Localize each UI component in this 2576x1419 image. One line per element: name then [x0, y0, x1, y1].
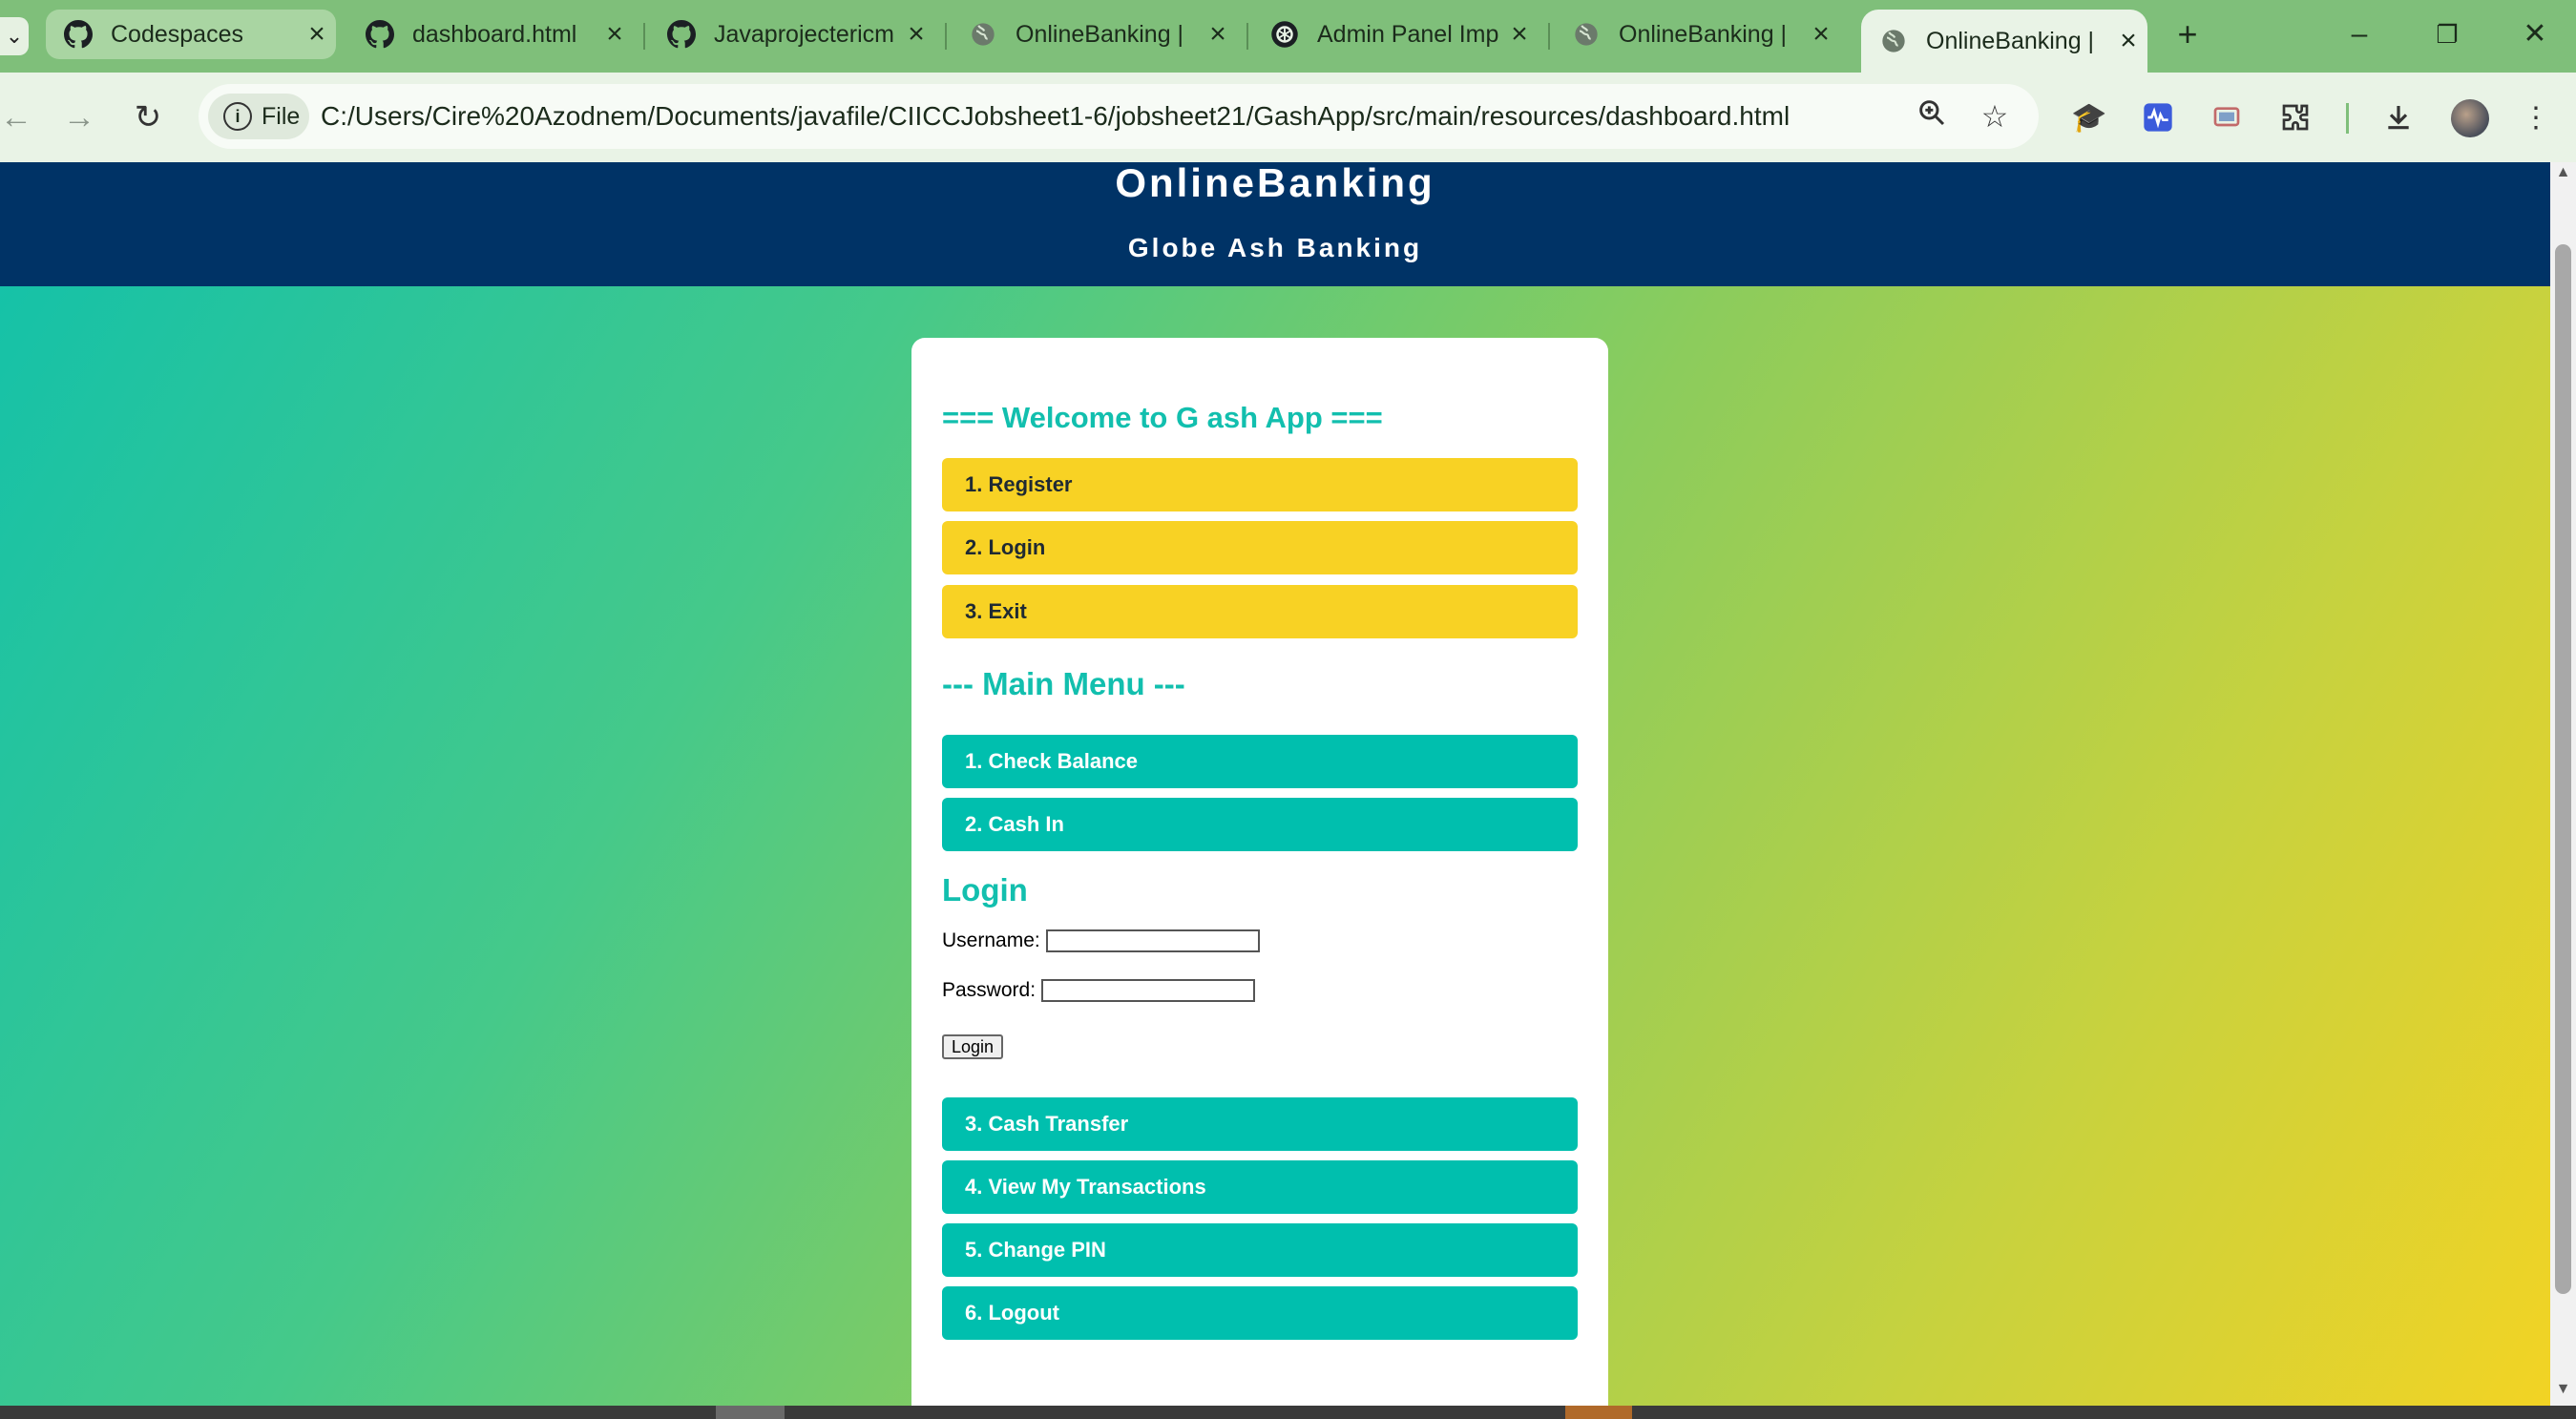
reload-icon[interactable]: ↻ [124, 94, 172, 141]
tab-separator [643, 23, 645, 50]
login-heading: Login [942, 872, 1028, 908]
username-label: Username: [942, 929, 1040, 951]
main-menu-heading: --- Main Menu --- [942, 666, 1185, 701]
github-icon [63, 19, 94, 50]
login-submit-button[interactable]: Login [942, 1034, 1003, 1059]
close-icon[interactable]: × [298, 18, 336, 51]
scrollbar-thumb[interactable] [2555, 244, 2571, 1294]
profile-avatar[interactable] [2451, 99, 2489, 137]
tab-separator [1548, 23, 1550, 50]
register-button[interactable]: 1. Register [942, 458, 1578, 511]
menu-card: === Welcome to G ash App === 1. Register… [911, 338, 1608, 1406]
globe-icon [1571, 19, 1602, 50]
close-icon[interactable]: × [1802, 18, 1840, 51]
close-icon[interactable]: × [1500, 18, 1539, 51]
username-input[interactable] [1045, 929, 1260, 952]
logout-button[interactable]: 6. Logout [942, 1286, 1578, 1340]
tab-label: OnlineBanking | [1926, 27, 2095, 54]
github-icon [666, 19, 697, 50]
openai-icon [1269, 19, 1300, 50]
password-input[interactable] [1041, 979, 1256, 1002]
site-header: OnlineBanking Globe Ash Banking [0, 162, 2550, 286]
tab-label: Javaprojectericm [714, 20, 894, 48]
password-row: Password: [942, 979, 1256, 1002]
tab-onlinebanking-2[interactable]: OnlineBanking | × [1554, 10, 1840, 59]
check-balance-button[interactable]: 1. Check Balance [942, 735, 1578, 788]
scroll-down-arrow-icon[interactable]: ▼ [2550, 1381, 2576, 1404]
info-icon: i [223, 102, 252, 131]
page-viewport: OnlineBanking Globe Ash Banking === Welc… [0, 162, 2550, 1406]
welcome-heading: === Welcome to G ash App === [942, 401, 1383, 434]
toolbar-divider [2346, 103, 2349, 134]
taskbar-item[interactable] [716, 1406, 785, 1419]
tab-strip: ⌄ Codespaces × dashboard.html × Javaproj… [0, 0, 2576, 73]
tab-separator [1246, 23, 1248, 50]
login-menu-button[interactable]: 2. Login [942, 521, 1578, 574]
menu-kebab-icon[interactable]: ⋮ [2514, 95, 2558, 139]
tab-javaproject[interactable]: Javaprojectericm × [649, 10, 935, 59]
site-info-label: File [262, 102, 301, 130]
globe-icon [1878, 26, 1909, 56]
cast-icon[interactable] [2205, 95, 2249, 139]
cash-transfer-button[interactable]: 3. Cash Transfer [942, 1097, 1578, 1151]
cash-in-button[interactable]: 2. Cash In [942, 798, 1578, 851]
exit-button[interactable]: 3. Exit [942, 585, 1578, 638]
site-info-chip[interactable]: i File [208, 94, 309, 139]
vertical-scrollbar[interactable]: ▲ ▼ [2550, 162, 2576, 1406]
view-transactions-button[interactable]: 4. View My Transactions [942, 1160, 1578, 1214]
tab-label: Admin Panel Imp [1317, 20, 1499, 48]
minimize-button[interactable]: – [2331, 13, 2388, 55]
tab-dashboard-html[interactable]: dashboard.html × [347, 10, 634, 59]
close-icon[interactable]: × [2109, 25, 2147, 57]
tab-label: OnlineBanking | [1619, 20, 1788, 48]
url-text[interactable]: C:/Users/Cire%20Azodnem/Documents/javafi… [321, 84, 1790, 149]
taskbar-strip [0, 1406, 2576, 1419]
restore-button[interactable]: ❐ [2419, 13, 2476, 55]
tab-search-button[interactable]: ⌄ [0, 17, 29, 55]
extension-waveform-icon[interactable] [2136, 95, 2180, 139]
tab-onlinebanking-active[interactable]: OnlineBanking | × [1861, 10, 2147, 73]
back-arrow-icon[interactable]: ← [0, 94, 40, 141]
zoom-icon[interactable] [1913, 97, 1951, 136]
extension-graduation-icon[interactable]: 🎓 [2067, 95, 2111, 139]
new-tab-button[interactable]: + [2167, 13, 2209, 55]
github-icon [365, 19, 395, 50]
download-icon[interactable] [2377, 95, 2420, 139]
password-label: Password: [942, 979, 1037, 1001]
close-icon[interactable]: × [596, 18, 634, 51]
site-subtitle: Globe Ash Banking [1127, 233, 1423, 262]
close-window-button[interactable]: ✕ [2506, 13, 2564, 55]
close-icon[interactable]: × [897, 18, 935, 51]
extensions-puzzle-icon[interactable] [2273, 95, 2317, 139]
taskbar-item[interactable] [1565, 1406, 1632, 1419]
change-pin-button[interactable]: 5. Change PIN [942, 1223, 1578, 1277]
tab-onlinebanking-1[interactable]: OnlineBanking | × [951, 10, 1237, 59]
address-bar[interactable]: i File C:/Users/Cire%20Azodnem/Documents… [199, 84, 2039, 149]
close-icon[interactable]: × [1199, 18, 1237, 51]
tab-separator [945, 23, 947, 50]
site-title: OnlineBanking [1115, 162, 1435, 205]
forward-arrow-icon[interactable]: → [55, 94, 103, 141]
tab-label: Codespaces [111, 20, 243, 48]
tab-label: OnlineBanking | [1016, 20, 1184, 48]
bookmark-star-icon[interactable]: ☆ [1976, 97, 2014, 136]
scroll-up-arrow-icon[interactable]: ▲ [2550, 164, 2576, 187]
browser-toolbar: ← → ↻ i File C:/Users/Cire%20Azodnem/Doc… [0, 73, 2576, 162]
tab-label: dashboard.html [412, 20, 577, 48]
username-row: Username: [942, 929, 1260, 952]
tab-codespaces[interactable]: Codespaces × [46, 10, 336, 59]
tab-admin-panel[interactable]: Admin Panel Imp × [1252, 10, 1539, 59]
globe-icon [968, 19, 998, 50]
